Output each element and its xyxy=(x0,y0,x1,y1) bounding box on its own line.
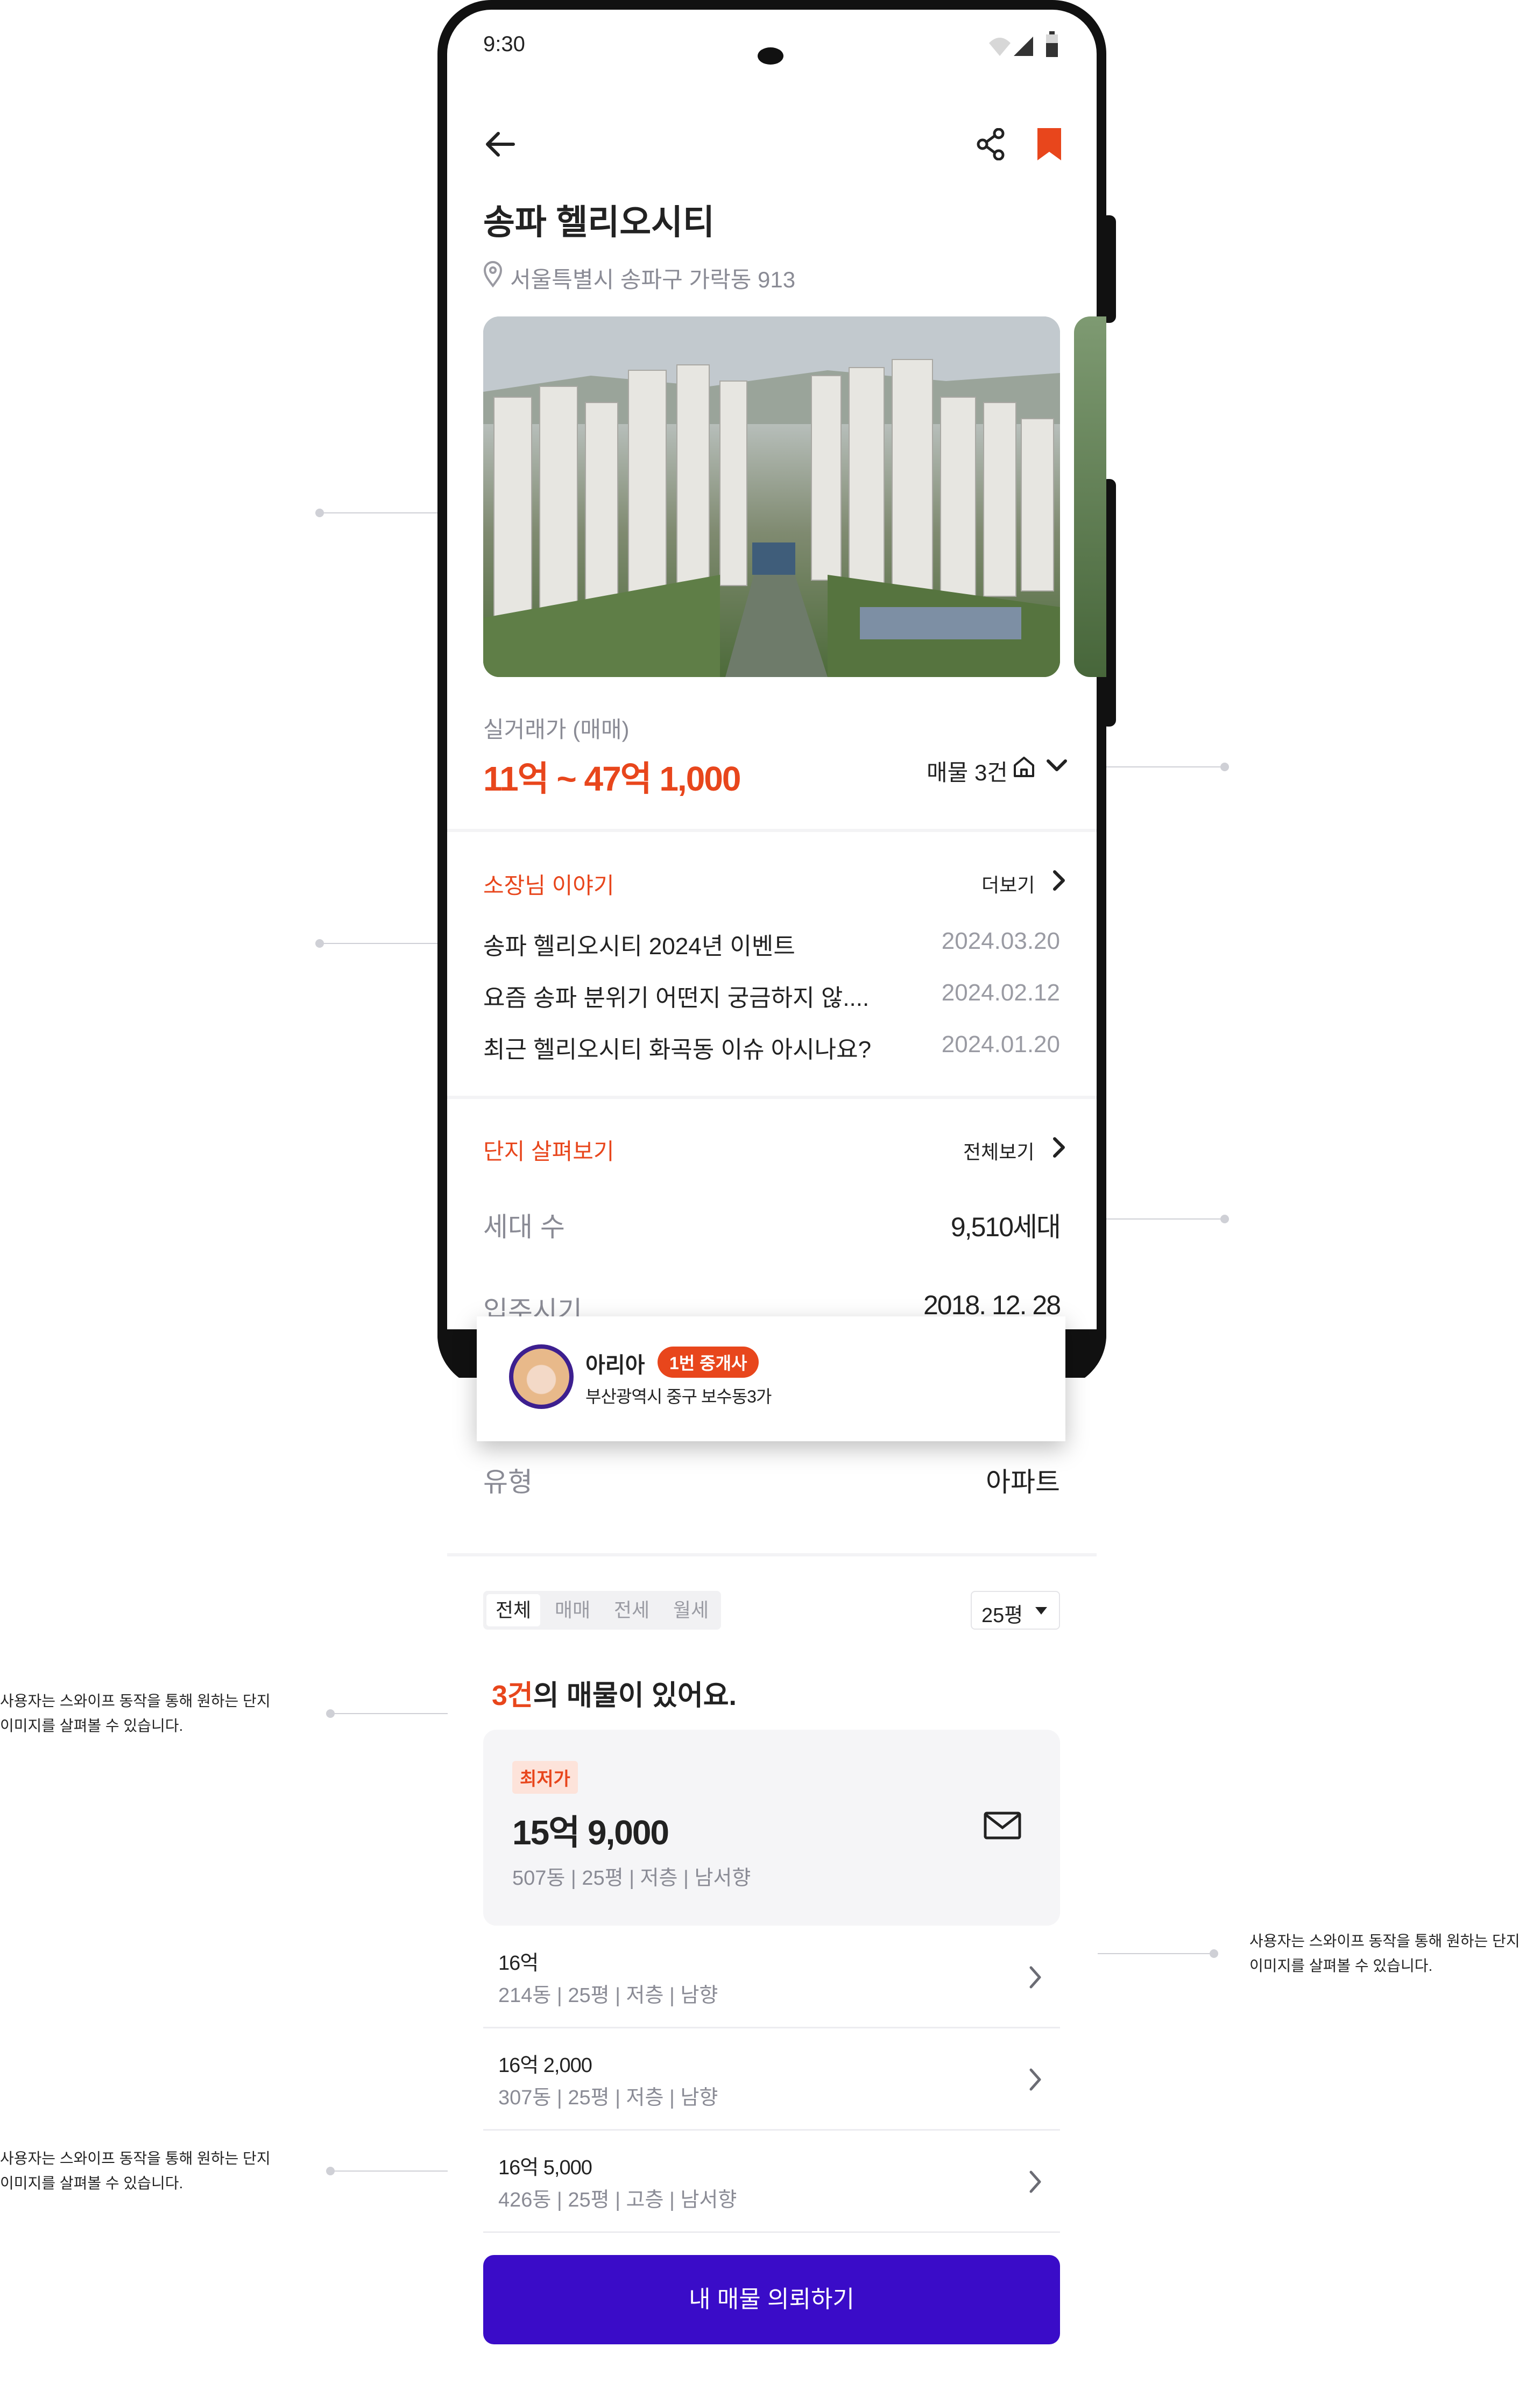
share-icon[interactable] xyxy=(976,128,1006,160)
request-listing-button[interactable]: 내 매물 의뢰하기 xyxy=(483,2255,1060,2344)
annotation-dot xyxy=(1210,1949,1218,1958)
battery-icon xyxy=(1046,31,1058,57)
listing-detail: 307동 | 25평 | 저층 | 남향 xyxy=(498,2087,718,2109)
agent-card[interactable]: 아리아 1번 중개사 부산광역시 중구 보수동3가 xyxy=(477,1316,1065,1441)
section-divider xyxy=(447,829,1097,832)
deal-type-tabs: 전체 매매 전세 월세 xyxy=(483,1591,721,1630)
annotation-line xyxy=(1106,1218,1220,1220)
featured-price: 15억 9,000 xyxy=(512,1813,669,1852)
listing-detail: 426동 | 25평 | 고층 | 남서향 xyxy=(498,2189,737,2211)
annotation-dot xyxy=(1220,1215,1229,1223)
annotation-line xyxy=(1106,766,1220,767)
tab-all[interactable]: 전체 xyxy=(486,1594,540,1626)
tab-sale[interactable]: 매매 xyxy=(546,1594,599,1626)
price-label: 실거래가 (매매) xyxy=(483,717,630,742)
story-item-date: 2024.02.12 xyxy=(941,979,1060,1006)
complex-row-value: 9,510세대 xyxy=(950,1212,1061,1242)
size-select[interactable]: 25평 xyxy=(971,1591,1060,1630)
story-more-link[interactable]: 더보기 xyxy=(981,870,1035,898)
section-divider xyxy=(447,1553,1097,1556)
annotation-line xyxy=(1098,1953,1217,1954)
mail-icon[interactable] xyxy=(984,1812,1021,1840)
page-title: 송파 헬리오시티 xyxy=(483,203,715,242)
phone-volume-button xyxy=(1101,215,1116,323)
listing-detail: 214동 | 25평 | 저층 | 남향 xyxy=(498,1984,718,2007)
annotation-line xyxy=(330,1713,448,1714)
annotation-note: 사용자는 스와이프 동작을 통해 원하는 단지 이미지를 살펴볼 수 있습니다. xyxy=(1249,1933,1520,1974)
chevron-right-icon[interactable] xyxy=(1028,2169,1043,2195)
listing-count[interactable]: 매물 3건 xyxy=(927,755,1008,787)
annotation-note: 사용자는 스와이프 동작을 통해 원하는 단지 이미지를 살펴볼 수 있습니다. xyxy=(0,1693,271,1734)
list-divider xyxy=(483,2027,1060,2028)
camera-hole xyxy=(758,47,783,65)
story-item-title[interactable]: 최근 헬리오시티 화곡동 이슈 아시나요? xyxy=(483,1030,871,1065)
complex-row-label: 유형 xyxy=(483,1467,533,1497)
list-divider xyxy=(483,2231,1060,2233)
address-text: 서울특별시 송파구 가락동 913 xyxy=(510,267,796,292)
annotation-line xyxy=(330,2171,448,2172)
featured-listing-card[interactable]: 최저가 15억 9,000 507동 | 25평 | 저층 | 남서향 xyxy=(483,1730,1060,1926)
story-item-date: 2024.03.20 xyxy=(941,928,1060,954)
status-time: 9:30 xyxy=(483,32,525,56)
annotation-line xyxy=(320,943,437,944)
agent-name: 아리아 xyxy=(585,1354,645,1377)
next-photo-peek[interactable] xyxy=(1074,316,1106,677)
story-title: 소장님 이야기 xyxy=(483,873,614,898)
bookmark-icon[interactable] xyxy=(1037,128,1061,160)
agent-address: 부산광역시 중구 보수동3가 xyxy=(585,1387,772,1406)
featured-detail: 507동 | 25평 | 저층 | 남서향 xyxy=(512,1867,751,1890)
listings-count: 3건 xyxy=(492,1680,533,1711)
complex-row-label: 세대 수 xyxy=(483,1212,565,1242)
tab-monthly[interactable]: 월세 xyxy=(664,1594,718,1626)
caret-down-icon xyxy=(1034,1606,1048,1616)
listings-headline: 3건의 매물이 있어요. xyxy=(492,1673,737,1713)
listing-price: 16억 5,000 xyxy=(498,2157,592,2179)
lowest-price-badge: 최저가 xyxy=(512,1761,578,1794)
section-divider xyxy=(447,1096,1097,1099)
chevron-right-icon[interactable] xyxy=(1051,869,1066,892)
listing-price: 16억 2,000 xyxy=(498,2054,592,2077)
complex-row-value: 아파트 xyxy=(986,1467,1060,1497)
annotation-dot xyxy=(1220,763,1229,771)
chevron-right-icon[interactable] xyxy=(1028,1964,1043,1990)
chevron-right-icon[interactable] xyxy=(1051,1136,1066,1159)
story-item-date: 2024.01.20 xyxy=(941,1031,1060,1058)
price-range: 11억 ~ 47억 1,000 xyxy=(483,759,741,798)
complex-title: 단지 살펴보기 xyxy=(483,1139,614,1164)
chevron-down-icon[interactable] xyxy=(1046,757,1068,774)
house-icon xyxy=(1013,756,1035,778)
story-item-title[interactable]: 요즘 송파 분위기 어떤지 궁금하지 않.... xyxy=(483,978,869,1013)
annotation-note: 사용자는 스와이프 동작을 통해 원하는 단지 이미지를 살펴볼 수 있습니다. xyxy=(0,2150,271,2191)
signal-icon xyxy=(1012,36,1033,57)
listings-headline-text: 의 매물이 있어요. xyxy=(533,1680,737,1711)
size-select-value: 25평 xyxy=(981,1604,1023,1627)
list-divider xyxy=(483,2129,1060,2131)
complex-photo[interactable] xyxy=(483,316,1060,677)
back-arrow-icon[interactable] xyxy=(484,129,517,159)
story-item-title[interactable]: 송파 헬리오시티 2024년 이벤트 xyxy=(483,927,795,961)
agent-badge: 1번 중개사 xyxy=(658,1347,759,1378)
listing-price: 16억 xyxy=(498,1952,539,1975)
complex-more-link[interactable]: 전체보기 xyxy=(963,1137,1034,1165)
wifi-icon xyxy=(989,36,1011,57)
chevron-right-icon[interactable] xyxy=(1028,2067,1043,2092)
tab-jeonse[interactable]: 전세 xyxy=(605,1594,659,1626)
agent-avatar xyxy=(509,1344,574,1409)
annotation-line xyxy=(320,512,437,513)
location-pin-icon xyxy=(483,260,503,287)
